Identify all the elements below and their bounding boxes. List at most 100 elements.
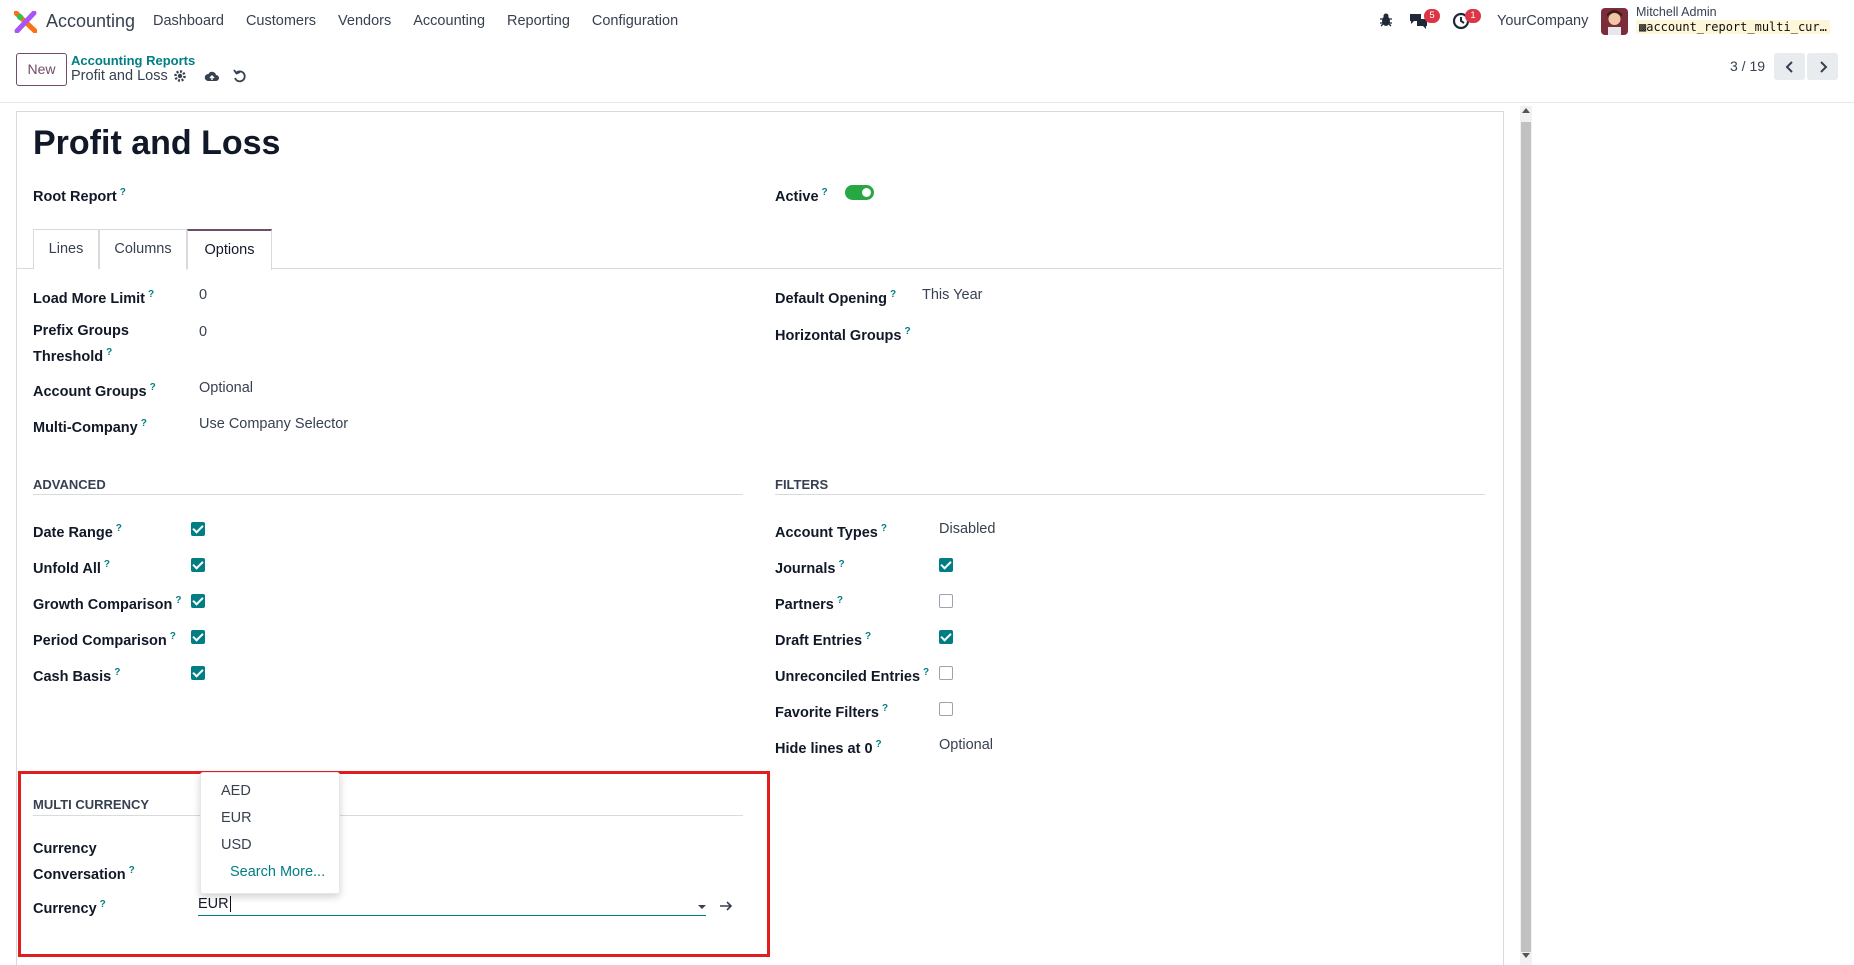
unfold-all-text: Unfold All xyxy=(33,560,101,577)
tab-columns[interactable]: Columns xyxy=(99,229,187,269)
help-icon[interactable]: ? xyxy=(882,703,888,714)
menu-item-configuration[interactable]: Configuration xyxy=(592,13,678,29)
active-toggle[interactable] xyxy=(845,185,874,200)
load-more-limit-label: Load More Limit? xyxy=(33,284,154,310)
save-cloud-icon[interactable] xyxy=(204,68,220,84)
dropdown-option-eur[interactable]: EUR xyxy=(221,810,252,826)
unreconciled-entries-checkbox[interactable] xyxy=(939,666,953,680)
scroll-down-arrow-icon[interactable] xyxy=(1522,953,1530,958)
help-icon[interactable]: ? xyxy=(170,631,176,642)
accounting-app-icon[interactable] xyxy=(14,11,37,33)
cash-basis-checkbox[interactable] xyxy=(191,666,205,680)
multi-currency-section-title: MULTI CURRENCY xyxy=(33,797,150,812)
company-switcher[interactable]: YourCompany xyxy=(1497,13,1588,29)
help-icon[interactable]: ? xyxy=(838,559,844,570)
date-range-checkbox[interactable] xyxy=(191,522,205,536)
growth-comparison-text: Growth Comparison xyxy=(33,596,173,613)
help-icon[interactable]: ? xyxy=(890,289,896,300)
dropdown-option-usd[interactable]: USD xyxy=(221,837,252,853)
unfold-all-label: Unfold All? xyxy=(33,554,110,580)
advanced-section-divider xyxy=(33,494,743,495)
help-icon[interactable]: ? xyxy=(876,739,882,750)
gear-icon[interactable] xyxy=(172,68,188,84)
help-icon[interactable]: ? xyxy=(175,595,181,606)
help-icon[interactable]: ? xyxy=(150,382,156,393)
help-icon[interactable]: ? xyxy=(837,595,843,606)
pager-value[interactable]: 3 / 19 xyxy=(1730,58,1765,74)
filters-section-divider xyxy=(775,494,1485,495)
pager-previous-button[interactable] xyxy=(1774,53,1805,80)
help-icon[interactable]: ? xyxy=(141,418,147,429)
account-types-select[interactable]: Disabled xyxy=(939,519,995,540)
menu-item-accounting[interactable]: Accounting xyxy=(413,13,485,29)
help-icon[interactable]: ? xyxy=(881,523,887,534)
filters-section-title: FILTERS xyxy=(775,477,829,492)
breadcrumb-accounting-reports[interactable]: Accounting Reports xyxy=(71,53,195,68)
report-title[interactable]: Profit and Loss xyxy=(33,124,280,163)
menu-item-dashboard[interactable]: Dashboard xyxy=(153,13,224,29)
menu-item-vendors[interactable]: Vendors xyxy=(338,13,391,29)
multi-currency-section-divider xyxy=(33,815,743,816)
growth-comparison-checkbox[interactable] xyxy=(191,594,205,608)
prefix-groups-threshold-label: Prefix Groups Threshold? xyxy=(33,321,143,368)
default-opening-select[interactable]: This Year xyxy=(922,285,982,306)
cash-basis-label: Cash Basis? xyxy=(33,662,120,688)
database-label: account_report_multi_cur… xyxy=(1646,20,1827,34)
draft-entries-checkbox[interactable] xyxy=(939,630,953,644)
tab-options[interactable]: Options xyxy=(187,229,272,270)
draft-entries-text: Draft Entries xyxy=(775,632,863,649)
help-icon[interactable]: ? xyxy=(904,326,910,337)
app-name[interactable]: Accounting xyxy=(46,11,135,32)
help-icon[interactable]: ? xyxy=(822,187,828,198)
dropdown-search-more[interactable]: Search More... xyxy=(230,864,325,880)
help-icon[interactable]: ? xyxy=(114,667,120,678)
help-icon[interactable]: ? xyxy=(865,631,871,642)
active-label: Active? xyxy=(775,182,828,208)
currency-autocomplete-dropdown: AED EUR USD Search More... xyxy=(200,772,340,894)
prefix-groups-threshold-field[interactable]: 0 xyxy=(199,322,207,343)
help-icon[interactable]: ? xyxy=(104,559,110,570)
new-button[interactable]: New xyxy=(16,53,67,86)
period-comparison-text: Period Comparison xyxy=(33,632,167,649)
tab-lines[interactable]: Lines xyxy=(33,229,99,269)
help-icon[interactable]: ? xyxy=(148,289,154,300)
growth-comparison-label: Growth Comparison? xyxy=(33,590,181,616)
user-name[interactable]: Mitchell Admin xyxy=(1636,5,1717,19)
help-icon[interactable]: ? xyxy=(106,347,112,358)
account-groups-label: Account Groups? xyxy=(33,377,156,403)
internal-link-arrow-icon[interactable] xyxy=(719,899,733,913)
help-icon[interactable]: ? xyxy=(120,187,126,198)
favorite-filters-label: Favorite Filters? xyxy=(775,698,888,724)
help-icon[interactable]: ? xyxy=(923,667,929,678)
account-groups-select[interactable]: Optional xyxy=(199,378,253,399)
account-groups-text: Account Groups xyxy=(33,383,147,400)
menu-item-customers[interactable]: Customers xyxy=(246,13,316,29)
dropdown-caret-icon[interactable] xyxy=(698,905,706,909)
hide-lines-select[interactable]: Optional xyxy=(939,735,993,756)
period-comparison-checkbox[interactable] xyxy=(191,630,205,644)
scroll-up-arrow-icon[interactable] xyxy=(1522,108,1530,113)
help-icon[interactable]: ? xyxy=(100,899,106,910)
journals-checkbox[interactable] xyxy=(939,558,953,572)
favorite-filters-checkbox[interactable] xyxy=(939,702,953,716)
currency-input[interactable]: EUR xyxy=(198,894,706,916)
horizontal-groups-field[interactable] xyxy=(922,322,1322,343)
partners-checkbox[interactable] xyxy=(939,594,953,608)
account-types-label: Account Types? xyxy=(775,518,887,544)
pager-next-button[interactable] xyxy=(1807,53,1838,80)
help-icon[interactable]: ? xyxy=(129,865,135,876)
main-menu: Dashboard Customers Vendors Accounting R… xyxy=(153,13,700,29)
menu-item-reporting[interactable]: Reporting xyxy=(507,13,570,29)
user-avatar[interactable] xyxy=(1601,8,1628,35)
currency-text: Currency xyxy=(33,900,97,917)
dropdown-option-aed[interactable]: AED xyxy=(221,783,251,799)
currency-input-value: EUR xyxy=(198,896,229,912)
debug-bug-icon[interactable] xyxy=(1378,12,1394,28)
multi-company-select[interactable]: Use Company Selector xyxy=(199,414,348,435)
unreconciled-entries-text: Unreconciled Entries xyxy=(775,668,921,685)
unfold-all-checkbox[interactable] xyxy=(191,558,205,572)
load-more-limit-field[interactable]: 0 xyxy=(199,285,207,306)
scrollbar-thumb[interactable] xyxy=(1521,122,1531,952)
help-icon[interactable]: ? xyxy=(116,523,122,534)
discard-undo-icon[interactable] xyxy=(232,68,248,84)
